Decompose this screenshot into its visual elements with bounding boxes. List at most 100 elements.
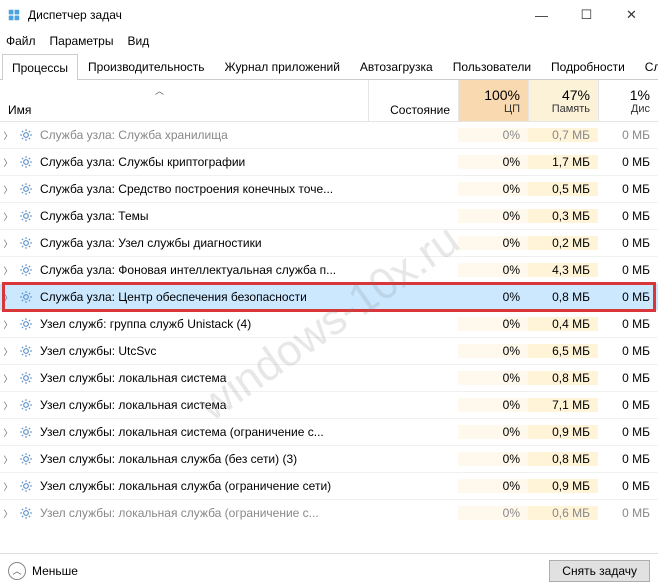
- process-name: Служба узла: Фоновая интеллектуальная сл…: [40, 263, 368, 277]
- maximize-button[interactable]: ☐: [564, 0, 609, 30]
- process-name: Узел службы: локальная система: [40, 398, 368, 412]
- cell-disk: 0 МБ: [598, 182, 658, 196]
- column-memory[interactable]: 47% Память: [528, 80, 598, 121]
- gear-icon: [18, 316, 34, 332]
- table-row[interactable]: 〉 Служба узла: Фоновая интеллектуальная с…: [0, 257, 658, 284]
- close-button[interactable]: ✕: [609, 0, 654, 30]
- table-row[interactable]: 〉Служба узла: Узел службы диагностики0%0…: [0, 230, 658, 257]
- cell-disk: 0 МБ: [598, 209, 658, 223]
- expand-chevron-icon[interactable]: 〉: [0, 453, 16, 466]
- cell-cpu: 0%: [458, 317, 528, 331]
- menu-file[interactable]: Файл: [6, 34, 36, 48]
- table-row[interactable]: 〉Узел служб: группа служб Unistack (4)0%…: [0, 311, 658, 338]
- menu-view[interactable]: Вид: [127, 34, 149, 48]
- fewer-details-button[interactable]: ︿ Меньше: [8, 562, 78, 580]
- cell-cpu: 0%: [458, 452, 528, 466]
- table-row[interactable]: 〉Узел службы: локальная служба (без сети…: [0, 446, 658, 473]
- expand-chevron-icon[interactable]: 〉: [0, 291, 16, 304]
- cell-disk: 0 МБ: [598, 506, 658, 520]
- column-cpu[interactable]: 100% ЦП: [458, 80, 528, 121]
- column-name[interactable]: ︿ Имя: [0, 80, 368, 121]
- expand-chevron-icon[interactable]: 〉: [0, 372, 16, 385]
- footer-bar: ︿ Меньше Снять задачу: [0, 553, 658, 587]
- tab-services[interactable]: Службы: [635, 53, 658, 79]
- window-title: Диспетчер задач: [28, 8, 519, 22]
- cell-memory: 0,8 МБ: [528, 290, 598, 304]
- cell-disk: 0 МБ: [598, 425, 658, 439]
- tab-app-history[interactable]: Журнал приложений: [215, 53, 350, 79]
- cell-disk: 0 МБ: [598, 263, 658, 277]
- expand-chevron-icon[interactable]: 〉: [0, 399, 16, 412]
- mem-percent: 47%: [562, 87, 590, 103]
- cell-memory: 0,9 МБ: [528, 479, 598, 493]
- cell-disk: 0 МБ: [598, 479, 658, 493]
- expand-chevron-icon[interactable]: 〉: [0, 183, 16, 196]
- expand-chevron-icon[interactable]: 〉: [0, 507, 16, 520]
- cell-disk: 0 МБ: [598, 236, 658, 250]
- process-list[interactable]: 〉Служба узла: Служба хранилища0%0,7 МБ0 …: [0, 122, 658, 522]
- expand-chevron-icon[interactable]: 〉: [0, 156, 16, 169]
- process-name: Служба узла: Темы: [40, 209, 368, 223]
- cell-memory: 4,3 МБ: [528, 263, 598, 277]
- cell-disk: 0 МБ: [598, 371, 658, 385]
- cell-memory: 0,8 МБ: [528, 371, 598, 385]
- column-status-label: Состояние: [390, 103, 450, 117]
- gear-icon: [18, 262, 34, 278]
- expand-chevron-icon[interactable]: 〉: [0, 237, 16, 250]
- cell-memory: 7,1 МБ: [528, 398, 598, 412]
- expand-chevron-icon[interactable]: 〉: [0, 129, 16, 142]
- expand-chevron-icon[interactable]: 〉: [0, 480, 16, 493]
- table-row[interactable]: 〉Узел службы: локальная служба (ограниче…: [0, 500, 658, 522]
- tab-users[interactable]: Пользователи: [443, 53, 541, 79]
- gear-icon: [18, 154, 34, 170]
- gear-icon: [18, 478, 34, 494]
- table-row[interactable]: 〉Служба узла: Служба хранилища0%0,7 МБ0 …: [0, 122, 658, 149]
- expand-chevron-icon[interactable]: 〉: [0, 264, 16, 277]
- table-row[interactable]: 〉Служба узла: Темы0%0,3 МБ0 МБ: [0, 203, 658, 230]
- process-name: Узел службы: локальная служба (ограничен…: [40, 479, 368, 493]
- table-row[interactable]: 〉Служба узла: Центр обеспечения безопасн…: [0, 284, 658, 311]
- expand-chevron-icon[interactable]: 〉: [0, 426, 16, 439]
- tab-details[interactable]: Подробности: [541, 53, 635, 79]
- process-name: Узел службы: UtcSvc: [40, 344, 368, 358]
- cell-memory: 0,2 МБ: [528, 236, 598, 250]
- cell-memory: 0,6 МБ: [528, 506, 598, 520]
- chevron-up-icon: ︿: [8, 562, 26, 580]
- cell-cpu: 0%: [458, 128, 528, 142]
- cell-cpu: 0%: [458, 398, 528, 412]
- gear-icon: [18, 370, 34, 386]
- tab-performance[interactable]: Производительность: [78, 53, 214, 79]
- table-row[interactable]: 〉Узел службы: UtcSvc0%6,5 МБ0 МБ: [0, 338, 658, 365]
- mem-label: Память: [552, 103, 590, 115]
- table-row[interactable]: 〉Узел службы: локальная система0%7,1 МБ0…: [0, 392, 658, 419]
- table-row[interactable]: 〉Узел службы: локальная система (огранич…: [0, 419, 658, 446]
- gear-icon: [18, 451, 34, 467]
- table-row[interactable]: 〉 Узел службы: локальная служба (ограниче…: [0, 473, 658, 500]
- gear-icon: [18, 505, 34, 521]
- table-row[interactable]: 〉Узел службы: локальная система0%0,8 МБ0…: [0, 365, 658, 392]
- gear-icon: [18, 397, 34, 413]
- tab-strip: Процессы Производительность Журнал прило…: [0, 52, 658, 80]
- minimize-button[interactable]: —: [519, 0, 564, 30]
- column-disk[interactable]: 1% Дис: [598, 80, 658, 121]
- tab-processes[interactable]: Процессы: [2, 54, 78, 80]
- cell-cpu: 0%: [458, 479, 528, 493]
- menu-options[interactable]: Параметры: [50, 34, 114, 48]
- expand-chevron-icon[interactable]: 〉: [0, 345, 16, 358]
- cell-cpu: 0%: [458, 344, 528, 358]
- cell-cpu: 0%: [458, 506, 528, 520]
- gear-icon: [18, 127, 34, 143]
- table-row[interactable]: 〉Служба узла: Службы криптографии0%1,7 М…: [0, 149, 658, 176]
- cell-cpu: 0%: [458, 290, 528, 304]
- table-row[interactable]: 〉Служба узла: Средство построения конечн…: [0, 176, 658, 203]
- cell-memory: 0,8 МБ: [528, 452, 598, 466]
- cell-cpu: 0%: [458, 155, 528, 169]
- column-status[interactable]: Состояние: [368, 80, 458, 121]
- process-name: Служба узла: Службы криптографии: [40, 155, 368, 169]
- expand-chevron-icon[interactable]: 〉: [0, 210, 16, 223]
- tab-startup[interactable]: Автозагрузка: [350, 53, 443, 79]
- expand-chevron-icon[interactable]: 〉: [0, 318, 16, 331]
- end-task-button[interactable]: Снять задачу: [549, 560, 650, 582]
- cell-cpu: 0%: [458, 182, 528, 196]
- menu-bar: Файл Параметры Вид: [0, 30, 658, 52]
